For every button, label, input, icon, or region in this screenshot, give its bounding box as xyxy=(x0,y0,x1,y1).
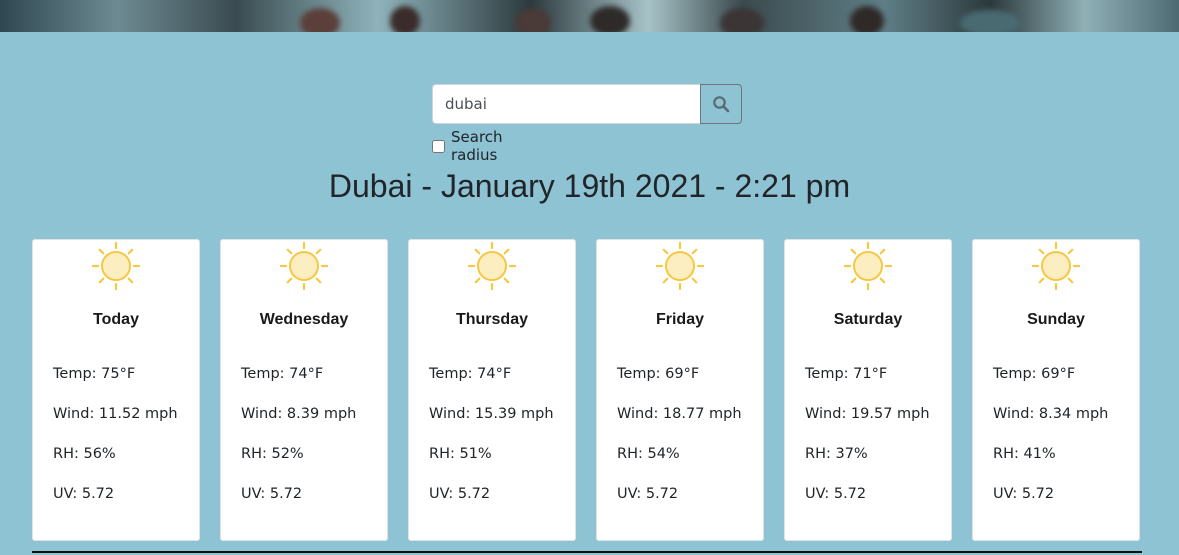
sun-icon xyxy=(468,242,516,290)
forecast-card: Wednesday Temp: 74°F Wind: 8.39 mph RH: 52%… xyxy=(220,239,388,541)
forecast-rh: RH: 54% xyxy=(617,446,680,462)
sun-icon xyxy=(1032,242,1080,290)
forecast-wind: Wind: 15.39 mph xyxy=(429,406,554,422)
sun-icon xyxy=(844,242,892,290)
forecast-rh: RH: 56% xyxy=(53,446,116,462)
forecast-uv: UV: 5.72 xyxy=(805,486,867,502)
forecast-day: Wednesday xyxy=(259,311,349,328)
forecast-card: Friday Temp: 69°F Wind: 18.77 mph RH: 54% UV… xyxy=(596,239,764,541)
forecast-temp: Temp: 74°F xyxy=(241,366,324,382)
forecast-day: Friday xyxy=(655,311,704,328)
forecast-day: Saturday xyxy=(833,311,903,328)
forecast-rh: RH: 37% xyxy=(805,446,868,462)
forecast-rh: RH: 52% xyxy=(241,446,304,462)
search-radius-option[interactable]: Search radius xyxy=(432,128,503,164)
city-date-heading: Dubai - January 19th 2021 - 2:21 pm xyxy=(328,168,851,204)
sun-icon xyxy=(280,242,328,290)
forecast-temp: Temp: 69°F xyxy=(993,366,1076,382)
forecast-wind: Wind: 8.39 mph xyxy=(241,406,357,422)
forecast-uv: UV: 5.72 xyxy=(617,486,679,502)
forecast-card: Sunday Temp: 69°F Wind: 8.34 mph RH: 41% UV:… xyxy=(972,239,1140,541)
forecast-uv: UV: 5.72 xyxy=(993,486,1055,502)
forecast-temp: Temp: 69°F xyxy=(617,366,700,382)
forecast-card: Saturday Temp: 71°F Wind: 19.57 mph RH: 37%… xyxy=(784,239,952,541)
forecast-day: Sunday xyxy=(1027,311,1085,328)
sun-icon xyxy=(92,242,140,290)
forecast-uv: UV: 5.72 xyxy=(241,486,303,502)
forecast-rh: RH: 51% xyxy=(429,446,492,462)
search-button[interactable] xyxy=(700,84,742,124)
search-radius-checkbox[interactable] xyxy=(432,139,445,153)
forecast-wind: Wind: 8.34 mph xyxy=(993,406,1109,422)
forecast-day: Today xyxy=(93,311,139,328)
forecast-wind: Wind: 19.57 mph xyxy=(805,406,930,422)
search-radius-label: Search radius xyxy=(451,128,503,164)
header-banner-image xyxy=(0,0,1179,32)
forecast-uv: UV: 5.72 xyxy=(53,486,115,502)
forecast-day: Thursday xyxy=(455,311,528,328)
city-search-input[interactable] xyxy=(432,84,700,124)
forecast-temp: Temp: 71°F xyxy=(805,366,888,382)
section-divider xyxy=(32,551,1142,553)
forecast-wind: Wind: 18.77 mph xyxy=(617,406,742,422)
forecast-card: Today Temp: 75°F Wind: 11.52 mph RH: 56% UV:… xyxy=(32,239,200,541)
forecast-temp: Temp: 75°F xyxy=(53,366,136,382)
forecast-uv: UV: 5.72 xyxy=(429,486,491,502)
forecast-rh: RH: 41% xyxy=(993,446,1056,462)
forecast-temp: Temp: 74°F xyxy=(429,366,512,382)
forecast-card: Thursday Temp: 74°F Wind: 15.39 mph RH: 51%… xyxy=(408,239,576,541)
search-icon xyxy=(713,96,730,113)
forecast-wind: Wind: 11.52 mph xyxy=(53,406,178,422)
sun-icon xyxy=(656,242,704,290)
